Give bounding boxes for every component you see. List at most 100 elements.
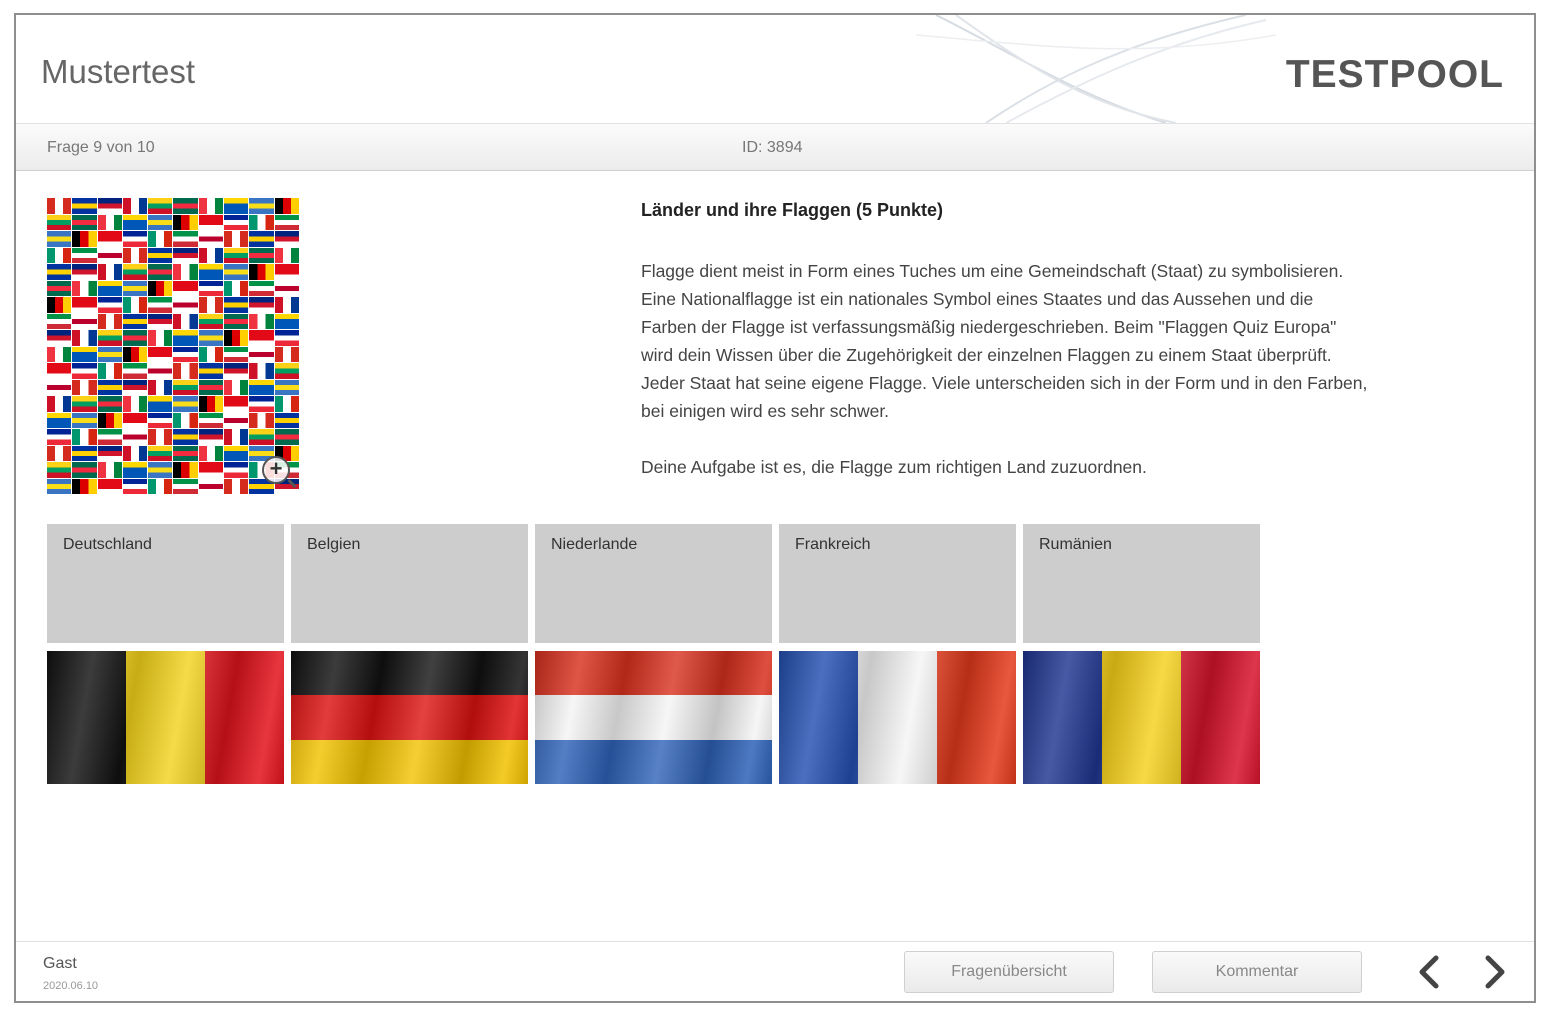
mosaic-flag bbox=[148, 330, 173, 346]
mosaic-flag bbox=[122, 346, 148, 362]
mosaic-flag bbox=[148, 280, 173, 296]
mosaic-flag bbox=[97, 412, 122, 428]
mosaic-flag bbox=[97, 363, 122, 379]
mosaic-flag bbox=[173, 445, 198, 461]
mosaic-flag bbox=[148, 346, 173, 362]
mosaic-flag bbox=[72, 445, 97, 461]
mosaic-flag bbox=[148, 478, 173, 494]
mosaic-flag bbox=[122, 396, 148, 412]
mosaic-flag bbox=[249, 313, 274, 329]
mosaic-flag bbox=[198, 412, 224, 428]
question-id: ID: 3894 bbox=[742, 139, 803, 156]
mosaic-flag bbox=[72, 396, 97, 412]
world-flags-image[interactable] bbox=[47, 198, 299, 494]
belgium-flag[interactable] bbox=[47, 651, 284, 784]
question-overview-button[interactable]: Fragenübersicht bbox=[904, 951, 1114, 993]
mosaic-flag bbox=[97, 478, 122, 494]
mosaic-flag bbox=[249, 379, 274, 395]
mosaic-flag bbox=[249, 346, 274, 362]
mosaic-flag bbox=[97, 313, 122, 329]
mosaic-flag bbox=[198, 346, 224, 362]
flag-fold-shading bbox=[535, 651, 772, 784]
mosaic-flag bbox=[97, 396, 122, 412]
mosaic-flag bbox=[148, 412, 173, 428]
mosaic-flag bbox=[274, 396, 299, 412]
mosaic-flag bbox=[47, 396, 72, 412]
mosaic-flag bbox=[97, 231, 122, 247]
mosaic-flag bbox=[198, 445, 224, 461]
question-heading: Länder und ihre Flaggen (5 Punkte) bbox=[641, 200, 944, 220]
mosaic-flag bbox=[97, 346, 122, 362]
mosaic-flag bbox=[224, 462, 249, 478]
mosaic-flag bbox=[249, 412, 274, 428]
question-counter: Frage 9 von 10 bbox=[47, 139, 155, 156]
mosaic-flag bbox=[224, 478, 249, 494]
mosaic-flag bbox=[198, 379, 224, 395]
flag-fold-shading bbox=[47, 651, 284, 784]
mosaic-flag bbox=[224, 247, 249, 263]
mosaic-flag bbox=[198, 198, 224, 214]
mosaic-flag bbox=[224, 264, 249, 280]
mosaic-flag bbox=[72, 231, 97, 247]
flag-fold-shading bbox=[779, 651, 1016, 784]
drop-target-rumaenien[interactable]: Rumänien bbox=[1023, 524, 1260, 643]
romania-flag[interactable] bbox=[1023, 651, 1260, 784]
drop-target-belgien[interactable]: Belgien bbox=[291, 524, 528, 643]
mosaic-flag bbox=[72, 346, 97, 362]
mosaic-flag bbox=[224, 297, 249, 313]
drop-target-frankreich[interactable]: Frankreich bbox=[779, 524, 1016, 643]
mosaic-flag bbox=[224, 429, 249, 445]
mosaic-flag bbox=[249, 198, 274, 214]
mosaic-flag bbox=[249, 297, 274, 313]
chevron-right-icon[interactable] bbox=[1474, 952, 1514, 992]
mosaic-flag bbox=[72, 247, 97, 263]
mosaic-flag bbox=[173, 198, 198, 214]
mosaic-flag bbox=[47, 346, 72, 362]
mosaic-flag bbox=[122, 214, 148, 230]
mosaic-flag bbox=[122, 478, 148, 494]
mosaic-flag bbox=[198, 264, 224, 280]
mosaic-flag bbox=[274, 363, 299, 379]
mosaic-flag bbox=[97, 198, 122, 214]
mosaic-flag bbox=[47, 264, 72, 280]
mosaic-flag bbox=[274, 264, 299, 280]
mosaic-flag bbox=[72, 280, 97, 296]
mosaic-flag bbox=[198, 462, 224, 478]
mosaic-flag bbox=[47, 297, 72, 313]
mosaic-flag bbox=[47, 478, 72, 494]
mosaic-flag bbox=[249, 363, 274, 379]
mosaic-flag bbox=[47, 462, 72, 478]
mosaic-flag bbox=[249, 396, 274, 412]
mosaic-flag bbox=[274, 247, 299, 263]
mosaic-flag bbox=[122, 247, 148, 263]
france-flag[interactable] bbox=[779, 651, 1016, 784]
question-body-line: Farben der Flagge ist verfassungsmäßig n… bbox=[641, 317, 1337, 337]
mosaic-flag bbox=[249, 264, 274, 280]
mosaic-flag bbox=[97, 445, 122, 461]
drop-target-niederlande[interactable]: Niederlande bbox=[535, 524, 772, 643]
mosaic-flag bbox=[148, 297, 173, 313]
mosaic-flag bbox=[274, 429, 299, 445]
mosaic-flag bbox=[173, 363, 198, 379]
mosaic-flag bbox=[148, 214, 173, 230]
mosaic-flag bbox=[122, 445, 148, 461]
mosaic-flag bbox=[122, 379, 148, 395]
chevron-left-icon[interactable] bbox=[1410, 952, 1450, 992]
mosaic-flag bbox=[198, 478, 224, 494]
mosaic-flag bbox=[122, 231, 148, 247]
zoom-in-icon[interactable]: + bbox=[262, 456, 290, 484]
mosaic-flag bbox=[72, 429, 97, 445]
drop-target-deutschland[interactable]: Deutschland bbox=[47, 524, 284, 643]
mosaic-flag bbox=[198, 297, 224, 313]
mosaic-flag bbox=[198, 313, 224, 329]
info-bar: Frage 9 von 10 ID: 3894 bbox=[16, 123, 1534, 171]
mosaic-flag bbox=[97, 462, 122, 478]
netherlands-flag[interactable] bbox=[535, 651, 772, 784]
mosaic-flag bbox=[198, 214, 224, 230]
mosaic-flag bbox=[97, 429, 122, 445]
mosaic-flag bbox=[224, 363, 249, 379]
brand-logo: TESTPOOL bbox=[1285, 53, 1504, 96]
flag-fold-shading bbox=[1023, 651, 1260, 784]
germany-flag[interactable] bbox=[291, 651, 528, 784]
comment-button[interactable]: Kommentar bbox=[1152, 951, 1362, 993]
